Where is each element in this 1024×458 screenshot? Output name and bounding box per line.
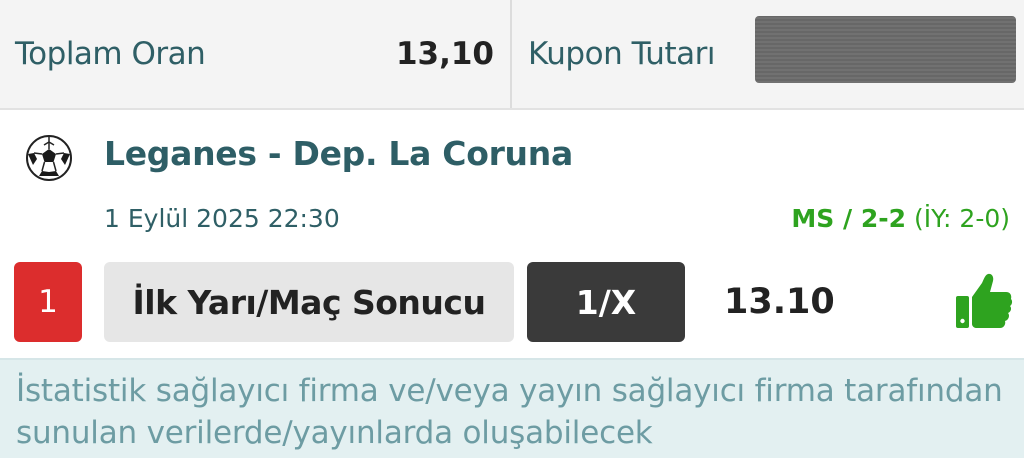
market-name: İlk Yarı/Maç Sonucu [104,262,514,342]
match-datetime: 1 Eylül 2025 22:30 [104,204,340,233]
selection-number-badge: 1 [14,262,82,342]
soccer-ball-icon [26,135,72,181]
match-score: MS / 2-2 (İY: 2-0) [791,204,1010,233]
total-odds-label: Toplam Oran [15,36,206,72]
disclaimer-text: İstatistik sağlayıcı firma ve/veya yayın… [16,373,1003,451]
event-card: Leganes - Dep. La Coruna 1 Eylül 2025 22… [0,112,1024,358]
stake-label: Kupon Tutarı [528,36,715,72]
full-time-score: MS / 2-2 [791,204,907,233]
disclaimer-banner: İstatistik sağlayıcı firma ve/veya yayın… [0,358,1024,458]
match-title[interactable]: Leganes - Dep. La Coruna [104,134,573,173]
selection-pick: 1/X [527,262,685,342]
coupon-summary-bar: Toplam Oran 13,10 Kupon Tutarı [0,0,1024,110]
total-odds-cell: Toplam Oran 13,10 [0,0,512,108]
stake-input[interactable] [755,16,1016,83]
thumbs-up-icon [956,273,1013,328]
selection-odds: 13.10 [724,282,835,322]
stake-cell: Kupon Tutarı [512,0,1024,108]
total-odds-value: 13,10 [395,36,494,72]
half-time-score: (İY: 2-0) [906,204,1010,233]
